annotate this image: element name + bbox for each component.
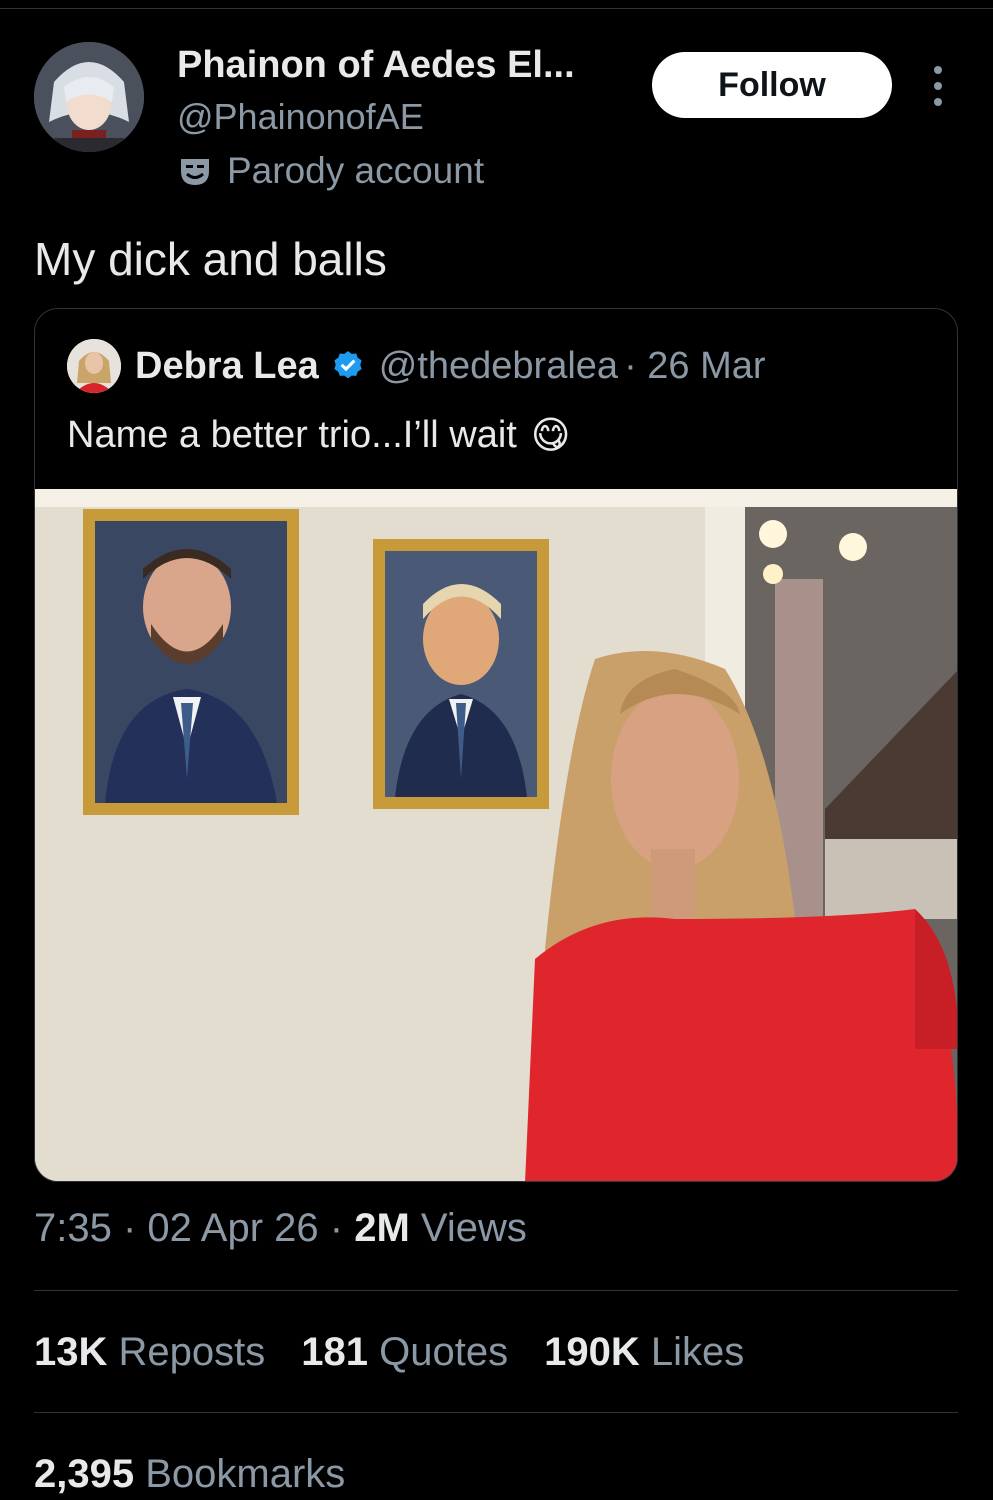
author-handle[interactable]: @PhainonofAE [177, 96, 424, 138]
bookmarks-label: Bookmarks [145, 1452, 346, 1496]
stats-top-divider [34, 1290, 958, 1291]
stats-bottom-divider [34, 1412, 958, 1413]
parody-mask-icon [181, 159, 209, 185]
quoted-text-body: Name a better trio...I’ll wait [67, 414, 517, 456]
follow-button[interactable]: Follow [652, 52, 892, 118]
tweet-meta: 7:35 · 02 Apr 26 · 2M Views [34, 1206, 527, 1250]
verified-badge-icon [331, 349, 365, 383]
views-label: Views [420, 1206, 527, 1250]
quotes-label: Quotes [379, 1330, 509, 1374]
author-name[interactable]: Phainon of Aedes El... [177, 44, 575, 87]
more-options-icon[interactable] [926, 66, 950, 106]
quoted-photo[interactable] [35, 489, 958, 1182]
quoted-author-name[interactable]: Debra Lea [135, 345, 319, 388]
quoted-author-handle[interactable]: @thedebralea [379, 345, 618, 388]
tweet-text: My dick and balls [34, 233, 387, 285]
bookmarks-stat[interactable]: 2,395 Bookmarks [34, 1452, 345, 1497]
likes-label: Likes [650, 1330, 745, 1374]
quotes-count: 181 [301, 1330, 369, 1374]
author-avatar[interactable] [34, 42, 144, 152]
top-divider [0, 8, 993, 9]
quoted-tweet-header: Debra Lea @thedebralea · 26 Mar [67, 339, 766, 393]
quoted-avatar-image [67, 339, 121, 393]
quoted-author-avatar[interactable] [67, 339, 121, 393]
tweet-date[interactable]: 02 Apr 26 [147, 1206, 318, 1250]
likes-stat[interactable]: 190K Likes [544, 1330, 744, 1375]
likes-count: 190K [544, 1330, 640, 1374]
quoted-tweet-text: Name a better trio...I’ll wait 😋 [67, 413, 570, 458]
quoted-tweet[interactable]: Debra Lea @thedebralea · 26 Mar Name a b… [34, 308, 958, 1182]
tweet-time[interactable]: 7:35 [34, 1206, 112, 1250]
engagement-stats: 13K Reposts 181 Quotes 190K Likes [34, 1330, 744, 1375]
reposts-label: Reposts [118, 1330, 266, 1374]
quoted-date[interactable]: · 26 Mar [624, 345, 765, 388]
reposts-stat[interactable]: 13K Reposts [34, 1330, 265, 1375]
parody-label: Parody account [177, 150, 484, 192]
yum-emoji: 😋 [530, 415, 571, 457]
reposts-count: 13K [34, 1330, 108, 1374]
bookmarks-count: 2,395 [34, 1452, 135, 1496]
views-count: 2M [354, 1206, 410, 1250]
avatar-image [34, 42, 144, 152]
quotes-stat[interactable]: 181 Quotes [301, 1330, 508, 1375]
parody-label-text: Parody account [227, 150, 485, 191]
